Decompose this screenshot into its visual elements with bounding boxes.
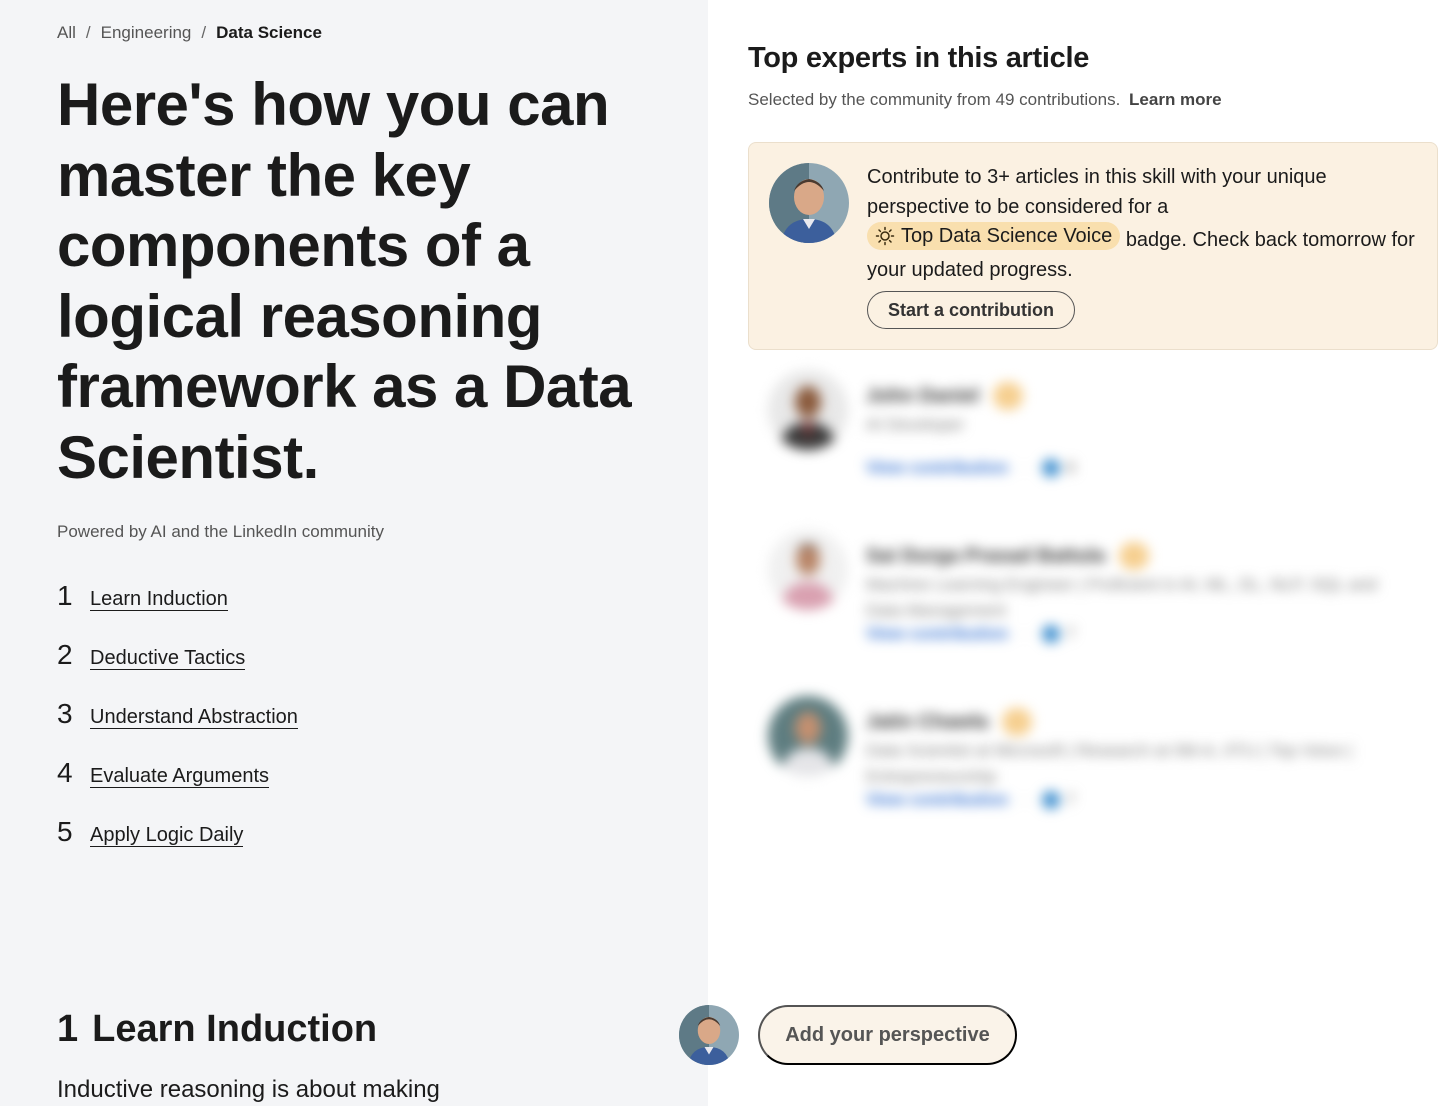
- reactions[interactable]: 8: [1041, 458, 1076, 478]
- avatar[interactable]: [768, 696, 848, 776]
- breadcrumb-current: Data Science: [216, 23, 322, 42]
- expert-actions: View contribution · 8: [866, 458, 1075, 478]
- user-avatar-icon: [679, 1005, 739, 1065]
- experts-panel: Top experts in this article Selected by …: [708, 0, 1444, 1106]
- expert-avatar-icon: [768, 370, 848, 450]
- user-avatar-icon: [769, 163, 849, 243]
- voice-pip-icon: [1118, 542, 1149, 570]
- section-title: Learn Induction: [92, 1008, 378, 1050]
- contribute-text-before: Contribute to 3+ articles in this skill …: [867, 166, 1327, 218]
- list-item: John Daniel AI Developer View contributi…: [748, 360, 1438, 490]
- toc-item: 4 Evaluate Arguments: [57, 757, 298, 816]
- add-perspective-button[interactable]: Add your perspective: [758, 1005, 1017, 1065]
- avatar: [769, 163, 849, 243]
- expert-avatar-icon: [768, 696, 848, 776]
- expert-role: AI Developer: [866, 415, 965, 434]
- expert-role: Machine Learning Engineer | Proficient i…: [866, 575, 1377, 620]
- breadcrumb: All / Engineering / Data Science: [57, 23, 322, 43]
- breadcrumb-separator: /: [201, 23, 207, 42]
- expert-name[interactable]: John Daniel: [866, 382, 1024, 410]
- experts-list: John Daniel AI Developer View contributi…: [748, 360, 1438, 830]
- separator-dot: ·: [1022, 790, 1028, 809]
- expert-role: Data Scientist at Microsoft | Research a…: [866, 741, 1353, 786]
- expert-actions: View contribution · 7: [866, 624, 1075, 644]
- section-number: 1: [57, 1008, 79, 1050]
- view-contribution-link[interactable]: View contribution: [866, 624, 1008, 644]
- section-heading: 1 Learn Induction: [57, 1008, 377, 1051]
- avatar[interactable]: [768, 370, 848, 450]
- expert-name[interactable]: Jatin Chawla: [866, 708, 1033, 736]
- toc-number: 3: [57, 698, 73, 729]
- reaction-icon: [1041, 791, 1060, 809]
- list-item: Jatin Chawla Data Scientist at Microsoft…: [748, 686, 1438, 826]
- breadcrumb-engineering[interactable]: Engineering: [101, 23, 192, 43]
- sun-icon: [875, 226, 895, 246]
- powered-by-text: Powered by AI and the LinkedIn community: [57, 522, 384, 541]
- separator-dot: ·: [1022, 624, 1028, 643]
- view-contribution-link[interactable]: View contribution: [866, 790, 1008, 810]
- learn-more-link[interactable]: Learn more: [1129, 90, 1222, 109]
- toc-link-deductive-tactics[interactable]: Deductive Tactics: [90, 647, 246, 670]
- voice-badge: Top Data Science Voice: [867, 222, 1121, 250]
- voice-pip-icon: [993, 382, 1024, 410]
- toc-number: 2: [57, 639, 73, 670]
- reactions[interactable]: 7: [1041, 790, 1076, 810]
- toc-item: 1 Learn Induction: [57, 580, 298, 639]
- toc-number: 5: [57, 816, 73, 847]
- contribute-card: Contribute to 3+ articles in this skill …: [748, 142, 1438, 350]
- start-contribution-button[interactable]: Start a contribution: [867, 291, 1075, 329]
- experts-subtitle-text: Selected by the community from 49 contri…: [748, 90, 1121, 109]
- toc-item: 2 Deductive Tactics: [57, 639, 298, 698]
- section-body-text: Inductive reasoning is about making: [57, 1076, 440, 1103]
- table-of-contents: 1 Learn Induction 2 Deductive Tactics 3 Und…: [57, 580, 298, 875]
- voice-badge-label: Top Data Science Voice: [901, 225, 1113, 247]
- toc-item: 5 Apply Logic Daily: [57, 816, 298, 875]
- toc-link-evaluate-arguments[interactable]: Evaluate Arguments: [90, 765, 269, 788]
- article-panel: All / Engineering / Data Science Here's …: [0, 0, 708, 1106]
- contribute-text: Contribute to 3+ articles in this skill …: [867, 163, 1427, 285]
- toc-link-apply-logic-daily[interactable]: Apply Logic Daily: [90, 824, 244, 847]
- separator-dot: ·: [1022, 458, 1028, 477]
- toc-number: 4: [57, 757, 73, 788]
- list-item: Sai Durga Prasad Battula Machine Learnin…: [748, 520, 1438, 660]
- toc-number: 1: [57, 580, 73, 611]
- experts-subtitle: Selected by the community from 49 contri…: [748, 90, 1222, 110]
- toc-link-understand-abstraction[interactable]: Understand Abstraction: [90, 706, 298, 729]
- breadcrumb-separator: /: [85, 23, 91, 42]
- voice-pip-icon: [1002, 708, 1033, 736]
- toc-link-learn-induction[interactable]: Learn Induction: [90, 588, 228, 611]
- expert-avatar-icon: [768, 530, 848, 610]
- reaction-count: 8: [1065, 458, 1076, 477]
- reactions[interactable]: 7: [1041, 624, 1076, 644]
- page-title: Here's how you can master the key compon…: [57, 71, 632, 491]
- reaction-icon: [1041, 625, 1060, 643]
- expert-name[interactable]: Sai Durga Prasad Battula: [866, 542, 1149, 570]
- expert-actions: View contribution · 7: [866, 790, 1075, 810]
- avatar[interactable]: [768, 530, 848, 610]
- view-contribution-link[interactable]: View contribution: [866, 458, 1008, 478]
- avatar: [679, 1005, 739, 1065]
- breadcrumb-all[interactable]: All: [57, 23, 76, 43]
- experts-heading: Top experts in this article: [748, 42, 1090, 74]
- toc-item: 3 Understand Abstraction: [57, 698, 298, 757]
- reaction-count: 7: [1065, 790, 1076, 809]
- reaction-count: 7: [1065, 624, 1076, 643]
- reaction-icon: [1041, 459, 1060, 477]
